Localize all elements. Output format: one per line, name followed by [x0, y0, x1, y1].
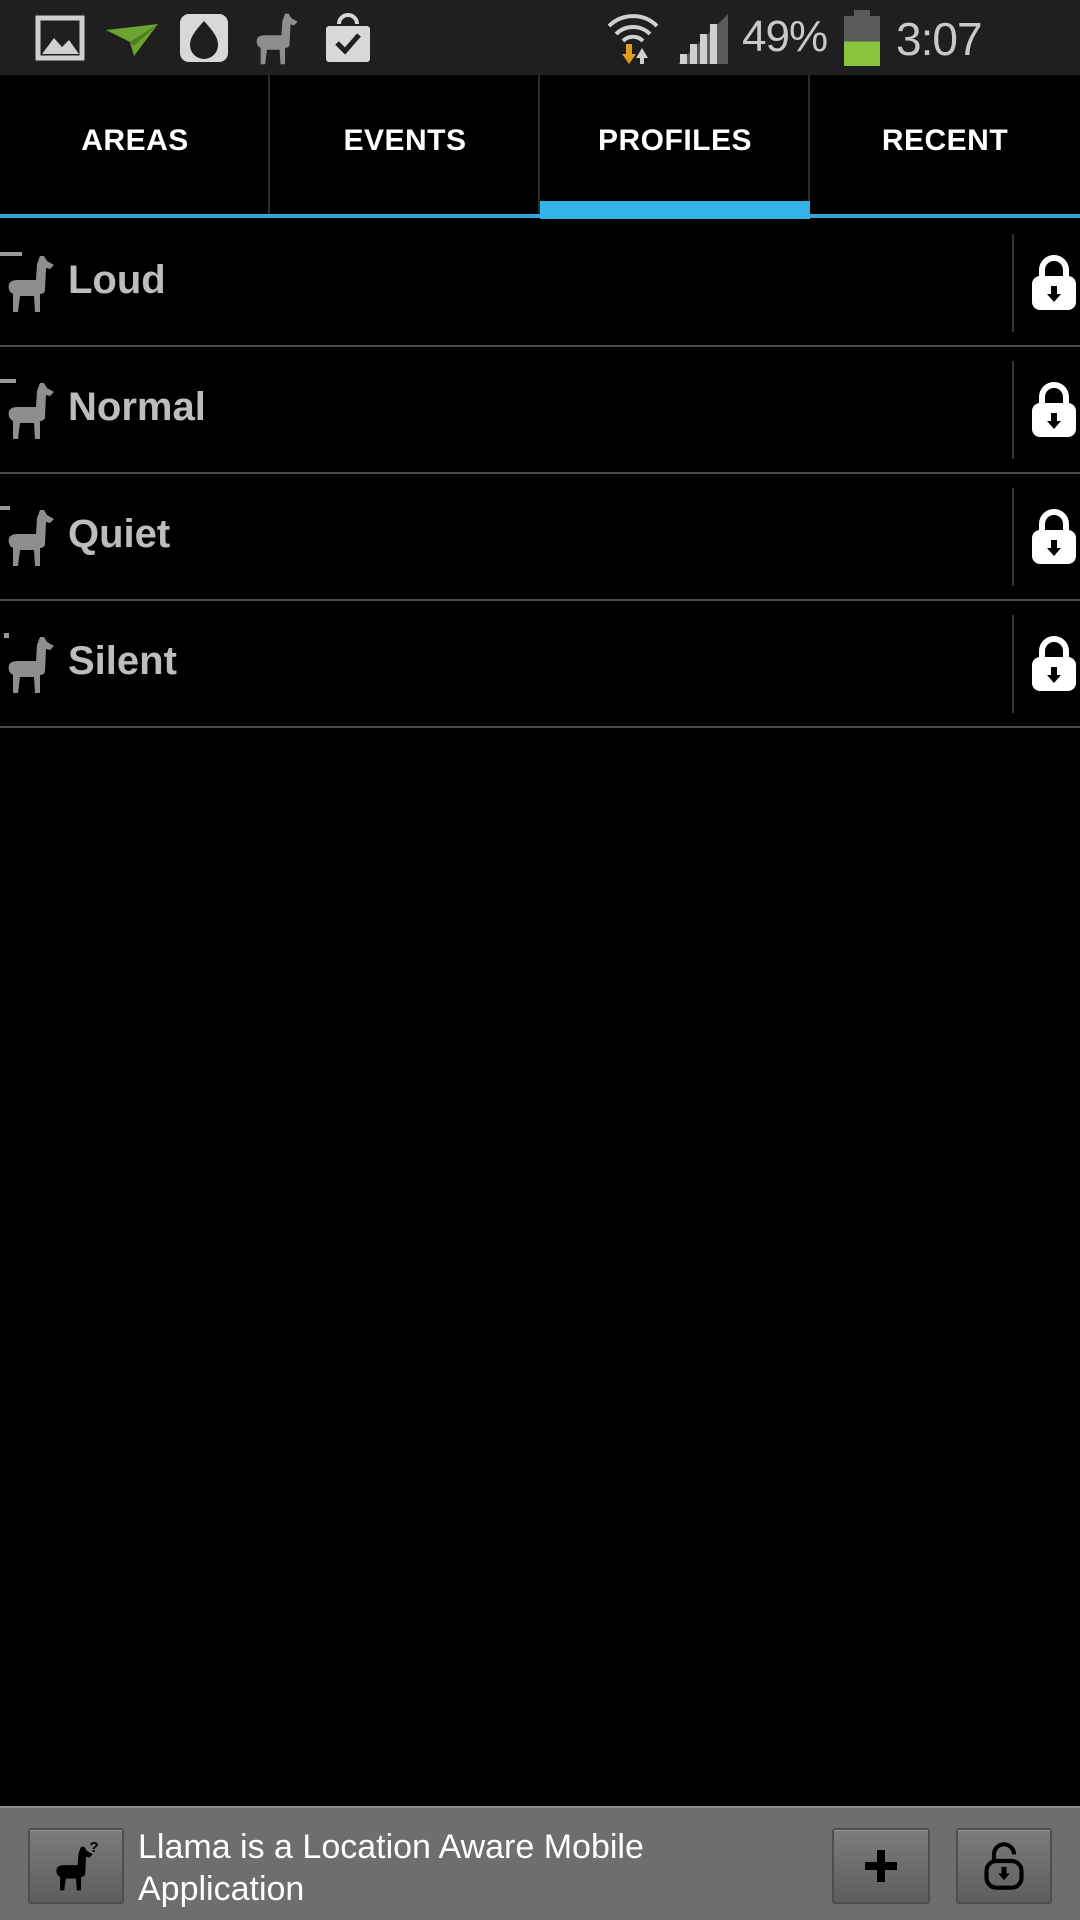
shopping-bag-icon: [326, 13, 370, 62]
llama-icon: [0, 506, 54, 566]
svg-text:?: ?: [89, 1840, 98, 1856]
tab-areas[interactable]: AREAS: [0, 75, 270, 220]
row-divider: [1012, 615, 1014, 713]
llama-help-button[interactable]: ?: [28, 1828, 124, 1904]
row-divider: [1012, 488, 1014, 586]
tab-profiles[interactable]: PROFILES: [540, 75, 810, 220]
llama-help-icon: ?: [56, 1840, 99, 1891]
lock-icon[interactable]: [1028, 254, 1080, 314]
status-message: Llama is a Location Aware Mobile Applica…: [138, 1828, 644, 1908]
llama-icon: [4, 633, 54, 693]
llama-icon: [0, 379, 54, 439]
lock-icon[interactable]: [1028, 381, 1080, 441]
tab-label: PROFILES: [597, 123, 752, 157]
tab-label: AREAS: [81, 123, 189, 157]
profile-name: Normal: [68, 385, 206, 429]
llama-icon: [0, 252, 54, 312]
tab-bar: AREAS EVENTS PROFILES RECENT: [0, 75, 1080, 220]
signal-icon: [678, 14, 728, 64]
unlock-button[interactable]: [956, 1828, 1052, 1904]
profile-row-silent[interactable]: Silent: [0, 601, 1012, 726]
profile-row-quiet[interactable]: Quiet: [0, 474, 1012, 599]
lock-icon[interactable]: [1028, 635, 1080, 695]
tab-label: EVENTS: [343, 123, 467, 157]
profile-name: Silent: [68, 639, 177, 683]
list-item: Normal: [0, 347, 1080, 474]
gallery-icon: [35, 15, 85, 61]
paper-plane-icon: [106, 24, 158, 56]
list-item: Quiet: [0, 474, 1080, 601]
battery-percent: 49%: [742, 12, 828, 61]
clock: 3:07: [896, 13, 983, 65]
list-item: Silent: [0, 601, 1080, 728]
plus-icon: [865, 1850, 897, 1882]
row-divider: [1012, 234, 1014, 332]
battery-icon: [844, 10, 880, 66]
list-item: Loud: [0, 220, 1080, 347]
bottom-bar: ? Llama is a Location Aware Mobile Appli…: [0, 1806, 1080, 1920]
row-divider: [1012, 361, 1014, 459]
wifi-icon: [607, 14, 659, 64]
add-profile-button[interactable]: [832, 1828, 930, 1904]
droplet-icon: [180, 14, 228, 62]
system-status: 49% 3:07: [607, 0, 1080, 75]
tab-label: RECENT: [881, 123, 1009, 157]
tab-events[interactable]: EVENTS: [270, 75, 540, 220]
profile-name: Quiet: [68, 512, 171, 556]
profile-name: Loud: [68, 258, 166, 302]
profile-row-loud[interactable]: Loud: [0, 220, 1012, 345]
status-bar: 49% 3:07: [0, 0, 1080, 75]
lock-icon[interactable]: [1028, 508, 1080, 568]
profile-row-normal[interactable]: Normal: [0, 347, 1012, 472]
active-tab-indicator: [540, 201, 810, 219]
profile-list: Loud Normal Quiet Silent: [0, 220, 1080, 728]
llama-icon: [256, 13, 298, 65]
tab-recent[interactable]: RECENT: [810, 75, 1080, 220]
unlock-icon: [984, 1842, 1024, 1890]
